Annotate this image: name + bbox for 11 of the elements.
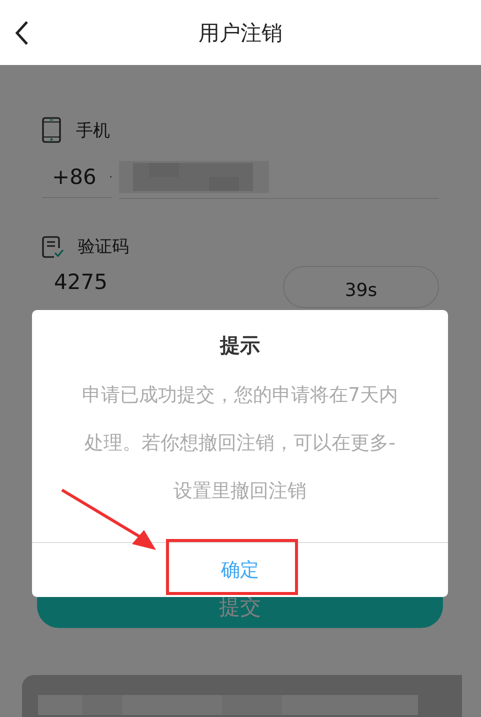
- form-check-icon: [42, 236, 64, 258]
- country-code-select[interactable]: +86: [42, 156, 112, 198]
- back-icon: [14, 20, 30, 46]
- countdown-button[interactable]: 39s: [283, 266, 439, 308]
- dialog-message: 申请已成功提交，您的申请将在7天内处理。若你想撤回注销，可以在更多-设置里撤回注销: [80, 383, 400, 504]
- phone-label: 手机: [76, 120, 110, 142]
- phone-icon: [42, 117, 62, 143]
- dialog-title: 提示: [220, 332, 260, 359]
- code-field[interactable]: 4275: [42, 266, 283, 294]
- code-label: 验证码: [78, 236, 129, 258]
- page-title: 用户注销: [198, 20, 282, 46]
